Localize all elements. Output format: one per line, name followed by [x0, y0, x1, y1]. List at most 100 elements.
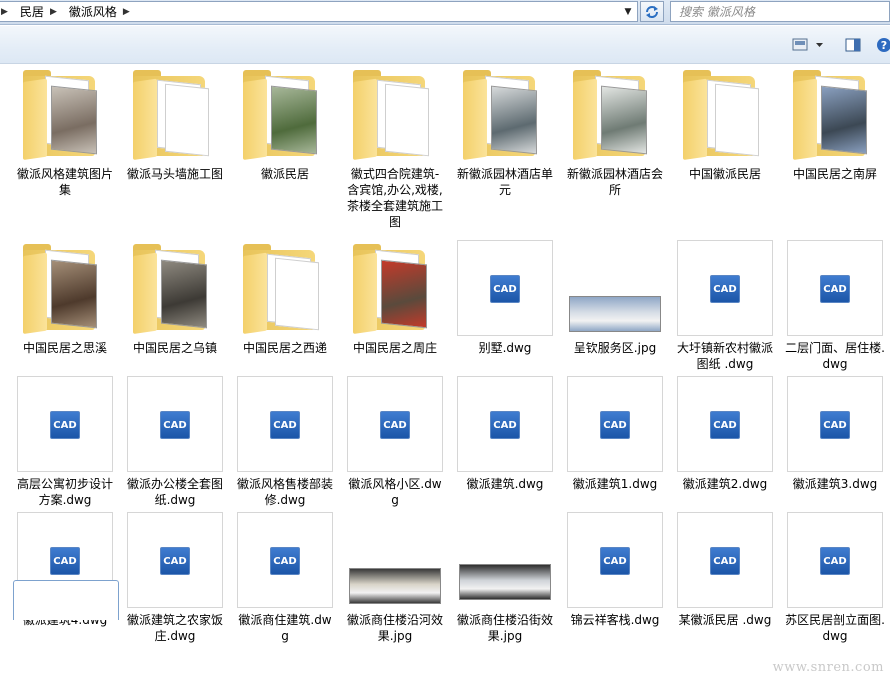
- file-item[interactable]: CAD 锦云祥客栈.dwg: [562, 512, 668, 628]
- file-item[interactable]: 徽派商住楼沿河效果.jpg: [342, 512, 448, 644]
- file-item[interactable]: CAD 徽派风格小区.dwg: [342, 376, 448, 508]
- address-bar[interactable]: ▶ 民居 ▶ 徽派风格 ▶ ▼: [0, 1, 638, 22]
- folder-item[interactable]: 新徽派园林酒店单元: [452, 66, 558, 198]
- folder-icon: [347, 66, 443, 162]
- preview-pane-button[interactable]: [842, 35, 864, 55]
- folder-item[interactable]: 新徽派园林酒店会所: [562, 66, 668, 198]
- folder-item[interactable]: 中国民居之南屏: [782, 66, 888, 182]
- item-label: 徽派办公楼全套图纸.dwg: [126, 477, 223, 507]
- refresh-button[interactable]: [640, 1, 664, 22]
- cad-logo-icon: CAD: [490, 275, 520, 303]
- breadcrumb-chevron-icon[interactable]: ▶: [48, 7, 63, 17]
- cad-logo-icon: CAD: [710, 547, 740, 575]
- item-label: 某徽派民居 .dwg: [678, 613, 772, 627]
- item-label: 别墅.dwg: [478, 341, 532, 355]
- help-button[interactable]: ?: [876, 35, 890, 55]
- cad-logo-icon: CAD: [270, 411, 300, 439]
- cad-logo-icon: CAD: [50, 547, 80, 575]
- item-label: 中国民居之南屏: [792, 167, 877, 181]
- dwg-file-icon: CAD: [347, 376, 443, 472]
- change-view-button[interactable]: [790, 35, 826, 55]
- folder-icon: [17, 240, 113, 336]
- item-label: 徽派商住楼沿河效果.jpg: [346, 613, 443, 643]
- file-item[interactable]: CAD 徽派风格售楼部装修.dwg: [232, 376, 338, 508]
- file-item[interactable]: CAD 徽派建筑3.dwg: [782, 376, 888, 492]
- cad-logo-icon: CAD: [50, 411, 80, 439]
- file-item[interactable]: CAD 二层门面、居住楼.dwg: [782, 240, 888, 372]
- file-item[interactable]: CAD 徽派建筑.dwg: [452, 376, 558, 492]
- cad-logo-icon: CAD: [160, 547, 190, 575]
- watermark: www.snren.com: [772, 660, 884, 675]
- item-label: 中国民居之周庄: [352, 341, 437, 355]
- item-label: 二层门面、居住楼.dwg: [785, 341, 885, 371]
- folder-icon: [17, 66, 113, 162]
- dwg-file-icon: CAD: [457, 240, 553, 336]
- file-item[interactable]: CAD 别墅.dwg: [452, 240, 558, 356]
- folder-item[interactable]: 中国徽派民居: [672, 66, 778, 182]
- breadcrumb-chevron-icon[interactable]: ▶: [0, 7, 14, 17]
- item-label: 大圩镇新农村徽派图纸 .dwg: [676, 341, 773, 371]
- view-icon: [792, 38, 823, 51]
- file-item[interactable]: CAD 徽派建筑1.dwg: [562, 376, 668, 492]
- file-item[interactable]: CAD 徽派建筑2.dwg: [672, 376, 778, 492]
- dwg-file-icon: CAD: [787, 376, 883, 472]
- dwg-file-icon: CAD: [127, 512, 223, 608]
- file-item[interactable]: CAD 徽派商住建筑.dwg: [232, 512, 338, 644]
- dwg-file-icon: CAD: [677, 512, 773, 608]
- breadcrumb-chevron-icon[interactable]: ▶: [121, 7, 136, 17]
- dwg-file-icon: CAD: [677, 240, 773, 336]
- folder-item[interactable]: 中国民居之思溪: [12, 240, 118, 356]
- folder-item[interactable]: 徽派民居: [232, 66, 338, 182]
- file-item[interactable]: CAD 徽派办公楼全套图纸.dwg: [122, 376, 228, 508]
- cad-logo-icon: CAD: [710, 275, 740, 303]
- selected-item-partial[interactable]: [13, 580, 119, 620]
- item-label: 徽派商住建筑.dwg: [238, 613, 332, 643]
- file-item[interactable]: 徽派商住楼沿街效果.jpg: [452, 512, 558, 644]
- file-item[interactable]: CAD 大圩镇新农村徽派图纸 .dwg: [672, 240, 778, 372]
- item-label: 徽派建筑3.dwg: [792, 477, 878, 491]
- jpg-thumbnail: [457, 512, 553, 608]
- search-input[interactable]: [679, 4, 879, 19]
- folder-item[interactable]: 中国民居之西递: [232, 240, 338, 356]
- dwg-file-icon: CAD: [457, 376, 553, 472]
- dwg-file-icon: CAD: [677, 376, 773, 472]
- folder-item[interactable]: 徽式四合院建筑-含宾馆,办公,戏楼,茶楼全套建筑施工图: [342, 66, 448, 230]
- address-dropdown-icon[interactable]: ▼: [619, 2, 637, 21]
- refresh-icon: [646, 5, 658, 18]
- item-label: 徽派建筑1.dwg: [572, 477, 658, 491]
- jpg-thumbnail: [347, 512, 443, 608]
- item-label: 徽派建筑.dwg: [466, 477, 544, 491]
- folder-icon: [457, 66, 553, 162]
- cad-logo-icon: CAD: [820, 547, 850, 575]
- image-preview: [569, 296, 661, 332]
- item-label: 新徽派园林酒店会所: [566, 167, 663, 197]
- folder-item[interactable]: 中国民居之乌镇: [122, 240, 228, 356]
- file-item[interactable]: 呈钦服务区.jpg: [562, 240, 668, 356]
- cad-logo-icon: CAD: [270, 547, 300, 575]
- image-preview: [349, 568, 441, 604]
- file-item[interactable]: CAD 苏区民居剖立面图.dwg: [782, 512, 888, 644]
- image-preview: [459, 564, 551, 600]
- file-item[interactable]: CAD 高层公寓初步设计方案.dwg: [12, 376, 118, 508]
- search-box[interactable]: [670, 1, 890, 22]
- folder-item[interactable]: 中国民居之周庄: [342, 240, 448, 356]
- dwg-file-icon: CAD: [787, 512, 883, 608]
- help-icon: ?: [877, 38, 890, 52]
- folder-icon: [567, 66, 663, 162]
- folder-icon: [127, 66, 223, 162]
- file-item[interactable]: CAD 某徽派民居 .dwg: [672, 512, 778, 628]
- cad-logo-icon: CAD: [600, 547, 630, 575]
- folder-item[interactable]: 徽派马头墙施工图: [122, 66, 228, 182]
- folder-item[interactable]: 徽派风格建筑图片集: [12, 66, 118, 198]
- file-item[interactable]: CAD 徽派建筑之农家饭庄.dwg: [122, 512, 228, 644]
- cad-logo-icon: CAD: [160, 411, 190, 439]
- item-label: 中国徽派民居: [688, 167, 761, 181]
- breadcrumb-item[interactable]: 民居: [14, 3, 48, 20]
- item-label: 徽派风格售楼部装修.dwg: [236, 477, 333, 507]
- address-bar-row: ▶ 民居 ▶ 徽派风格 ▶ ▼: [0, 0, 890, 25]
- folder-icon: [677, 66, 773, 162]
- breadcrumb-item[interactable]: 徽派风格: [63, 3, 121, 20]
- dwg-file-icon: CAD: [567, 376, 663, 472]
- cad-logo-icon: CAD: [820, 411, 850, 439]
- toolbar: ?: [0, 26, 890, 64]
